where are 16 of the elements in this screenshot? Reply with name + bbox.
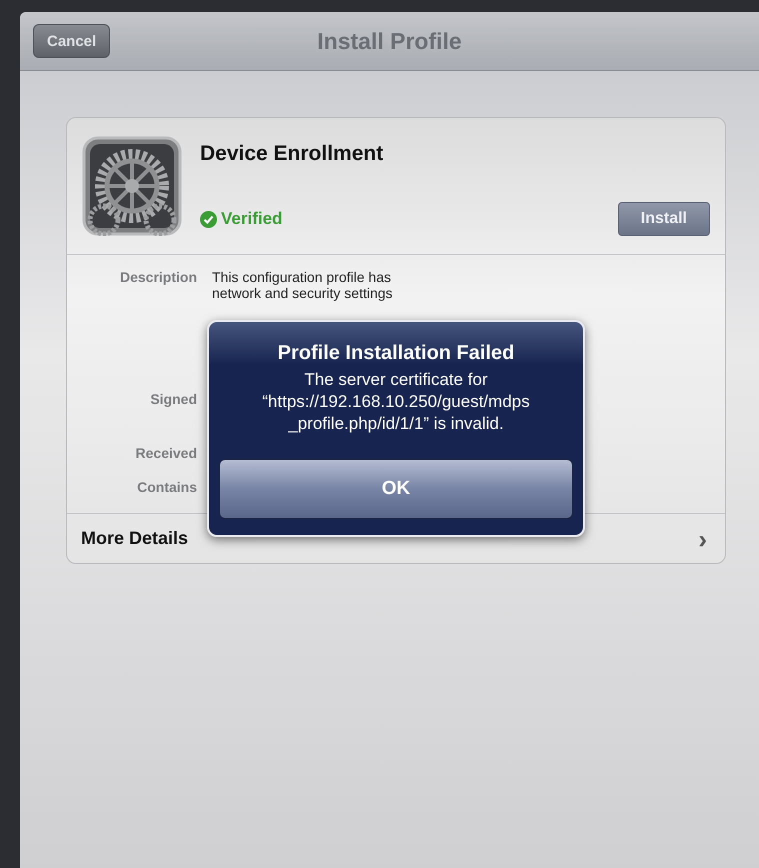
profile-name: Device Enrollment — [200, 142, 384, 166]
detail-value: This configuration profile has network and security settings — [212, 269, 393, 301]
detail-label: Contains — [137, 479, 197, 495]
chevron-icon: › — [698, 528, 707, 548]
install-button[interactable]: Install — [618, 202, 710, 236]
alert-message: The server certificate for “https://192.168.10.250/guest/mdps _profile.php/id/1/1” is invalid. — [261, 369, 531, 435]
detail-label: Signed — [150, 391, 197, 407]
cancel-button[interactable]: Cancel — [33, 24, 110, 58]
detail-label: Received — [136, 445, 197, 461]
ok-button[interactable]: OK — [219, 459, 573, 519]
gear-icon — [82, 136, 182, 236]
verified-label: Verified — [221, 209, 282, 229]
more-details-label[interactable]: More Details — [81, 528, 188, 549]
detail-label: Description — [120, 269, 197, 285]
nav-title: Install Profile — [317, 28, 462, 54]
alert-title: Profile Installation Failed — [276, 342, 516, 365]
